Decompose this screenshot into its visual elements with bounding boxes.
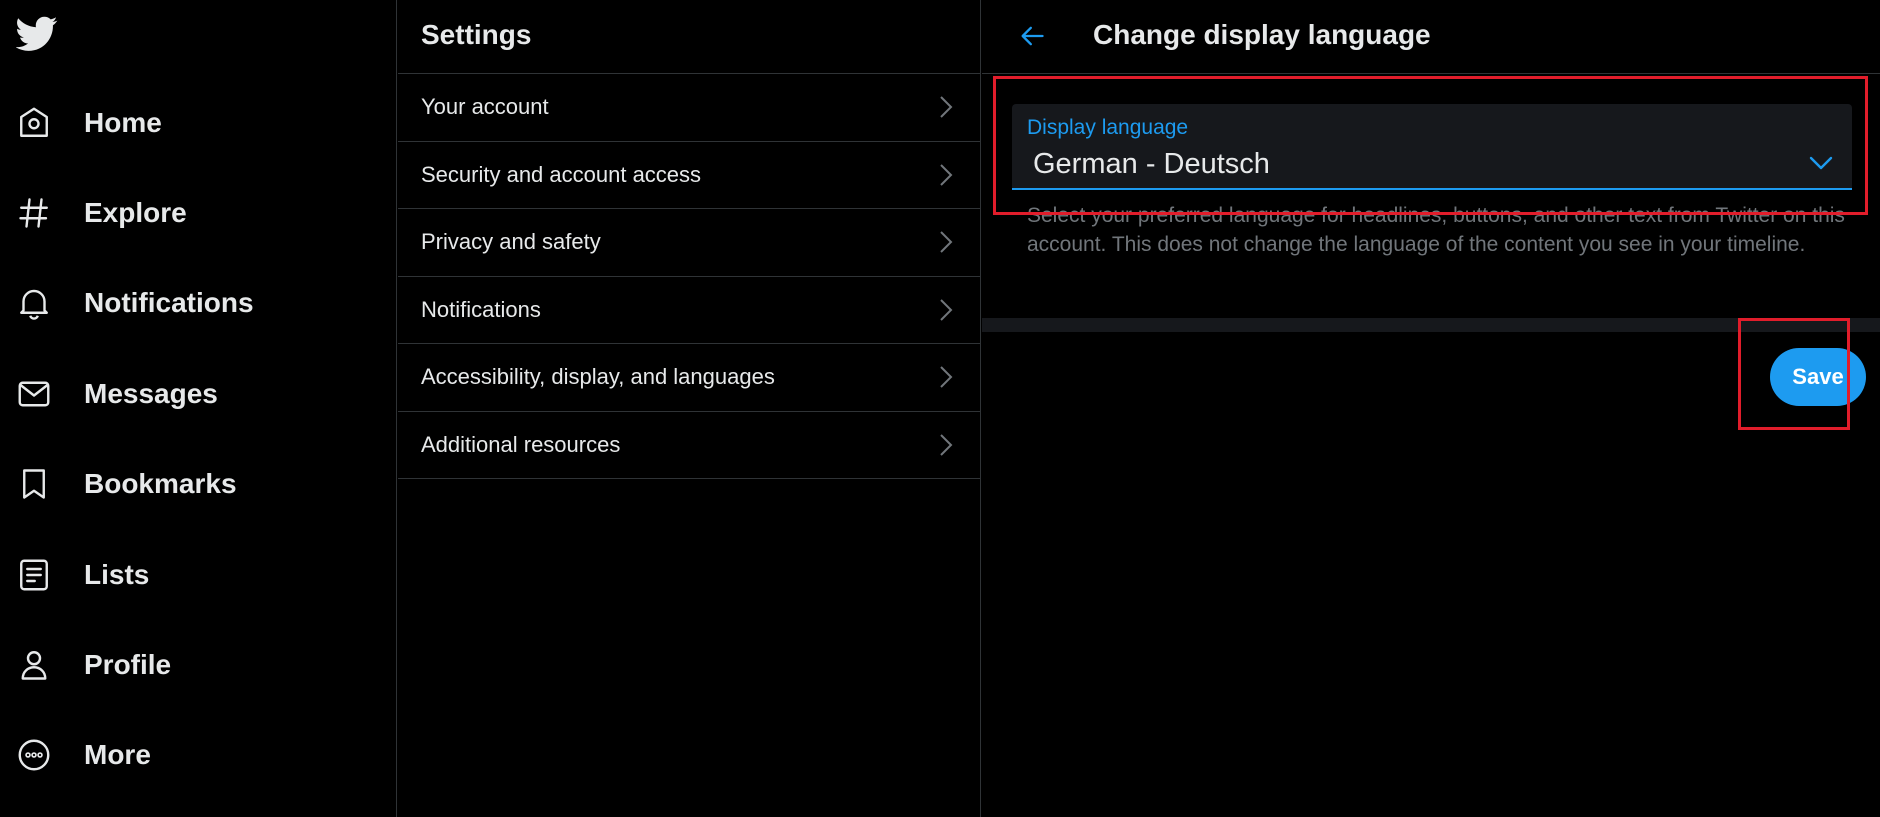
nav-label: More [84, 739, 151, 770]
settings-item-security[interactable]: Security and account access [398, 142, 981, 209]
more-circle-icon [14, 735, 54, 775]
chevron-right-icon [940, 96, 953, 118]
back-button[interactable] [1012, 16, 1052, 56]
nav-label: Explore [84, 197, 187, 228]
chevron-right-icon [940, 231, 953, 253]
primary-nav: Home Explore Notifications Messages Book [0, 0, 397, 817]
settings-item-your-account[interactable]: Your account [398, 74, 981, 142]
settings-item-accessibility[interactable]: Accessibility, display, and languages [398, 344, 981, 412]
settings-title: Settings [421, 19, 532, 50]
page-title: Change display language [1093, 19, 1431, 50]
settings-item-privacy[interactable]: Privacy and safety [398, 209, 981, 277]
settings-item-label: Additional resources [421, 431, 621, 457]
nav-item-explore[interactable]: Explore [14, 182, 187, 244]
nav-item-bookmarks[interactable]: Bookmarks [14, 453, 237, 515]
person-icon [14, 645, 54, 685]
helper-text: Select your preferred language for headl… [1027, 204, 1845, 256]
settings-item-label: Your account [421, 94, 549, 120]
settings-item-additional-resources[interactable]: Additional resources [398, 412, 981, 479]
envelope-icon [14, 374, 54, 414]
settings-item-label: Notifications [421, 296, 541, 322]
nav-label: Profile [84, 649, 172, 680]
home-icon [14, 103, 54, 143]
save-button[interactable]: Save [1770, 348, 1866, 406]
settings-item-notifications[interactable]: Notifications [398, 277, 981, 344]
field-label: Display language [1027, 116, 1189, 139]
nav-label: Messages [84, 378, 218, 409]
nav-item-home[interactable]: Home [14, 92, 162, 154]
chevron-down-icon [1809, 156, 1833, 170]
nav-item-notifications[interactable]: Notifications [14, 272, 254, 334]
nav-item-lists[interactable]: Lists [14, 544, 149, 606]
nav-label: Lists [84, 559, 150, 590]
chevron-right-icon [940, 434, 953, 456]
settings-list: Your account Security and account access… [398, 74, 981, 479]
chevron-right-icon [940, 366, 953, 388]
nav-item-more[interactable]: More [14, 724, 151, 786]
nav-label: Notifications [84, 287, 254, 318]
nav-item-messages[interactable]: Messages [14, 363, 218, 425]
nav-label: Bookmarks [84, 468, 237, 499]
selected-language: German - Deutsch [1033, 148, 1270, 180]
settings-item-label: Privacy and safety [421, 229, 601, 255]
list-icon [14, 555, 54, 595]
settings-item-label: Accessibility, display, and languages [421, 364, 775, 390]
chevron-right-icon [940, 299, 953, 321]
display-language-select[interactable]: Display language German - Deutsch [1012, 104, 1852, 190]
twitter-bird-icon[interactable] [15, 12, 58, 54]
settings-item-label: Security and account access [421, 161, 702, 187]
hashtag-icon [14, 193, 54, 233]
section-divider [982, 318, 1880, 332]
divider [982, 73, 1880, 74]
nav-label: Home [84, 107, 162, 138]
twitter-app: Home Explore Notifications Messages Book [0, 0, 1880, 817]
arrow-left-icon [1021, 26, 1044, 46]
bookmark-icon [14, 464, 54, 504]
settings-column: Settings Your account Security and accou… [398, 0, 981, 817]
detail-column: Change display language Display language… [982, 0, 1880, 817]
chevron-right-icon [940, 164, 953, 186]
bell-icon [14, 283, 54, 323]
nav-item-profile[interactable]: Profile [14, 634, 171, 696]
